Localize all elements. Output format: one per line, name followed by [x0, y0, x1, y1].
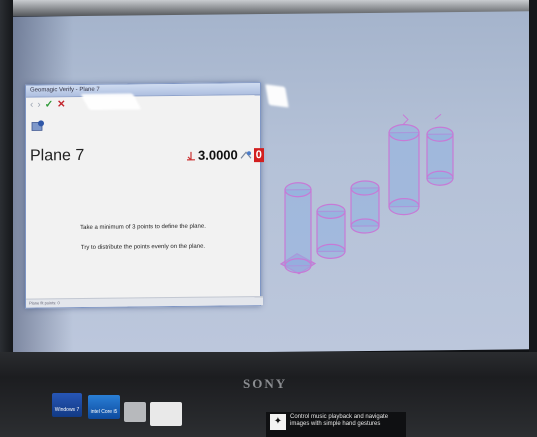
- instruction-text-1: Take a minimum of 3 points to define the…: [80, 223, 206, 231]
- instruction-text-2: Try to distribute the points evenly on t…: [80, 243, 206, 251]
- bezel-right: [529, 0, 537, 360]
- chevron-right-icon[interactable]: ›: [37, 99, 40, 111]
- cylinder-5: [426, 126, 454, 186]
- model-viewport[interactable]: [275, 92, 485, 294]
- windows-sticker-label: Windows 7: [54, 407, 80, 413]
- dialog-titlebar[interactable]: Geomagic Verify - Plane 7: [26, 83, 260, 98]
- screen: Geomagic Verify - Plane 7 ‹ › ✓ ✕ Plane …: [13, 11, 529, 355]
- small-marker: [402, 114, 409, 125]
- page-title: Plane 7: [30, 146, 85, 165]
- plane-dialog: Geomagic Verify - Plane 7 ‹ › ✓ ✕ Plane …: [25, 82, 264, 309]
- small-marker-2: [434, 113, 442, 120]
- chevron-left-icon[interactable]: ‹: [30, 99, 33, 111]
- checkmark-icon[interactable]: ✓: [45, 99, 53, 111]
- brand-logo: SONY: [243, 376, 288, 391]
- gesture-help-text: Control music playback and navigate imag…: [290, 414, 389, 427]
- windows-sticker: Windows 7: [52, 393, 82, 417]
- distance-value[interactable]: 3.0000: [198, 147, 238, 162]
- spin-icon[interactable]: [240, 150, 252, 160]
- cylinder-4: [388, 124, 420, 216]
- dialog-toolbar: ‹ › ✓ ✕: [30, 99, 65, 111]
- screen-glare-2: [265, 84, 289, 108]
- x-icon[interactable]: ✕: [57, 99, 65, 111]
- nvidia-sticker: [150, 402, 182, 426]
- axis-icon: [187, 151, 195, 160]
- status-bar: Plane fit points: 0: [26, 296, 263, 308]
- cylinder-2: [316, 203, 346, 259]
- cylinder-3: [350, 180, 380, 234]
- intel-sticker-label: intel Core i5: [90, 409, 118, 415]
- distance-group: 3.0000 0: [186, 147, 264, 163]
- gray-sticker: [124, 402, 146, 422]
- flag-badge: 0: [253, 147, 264, 162]
- bezel-left: [0, 0, 13, 360]
- plane-feature-icon[interactable]: [31, 119, 45, 132]
- gesture-icon: ✦: [270, 414, 286, 430]
- intel-sticker: intel Core i5: [88, 395, 120, 419]
- screen-glare: [80, 93, 142, 110]
- cylinder-1: [284, 182, 312, 274]
